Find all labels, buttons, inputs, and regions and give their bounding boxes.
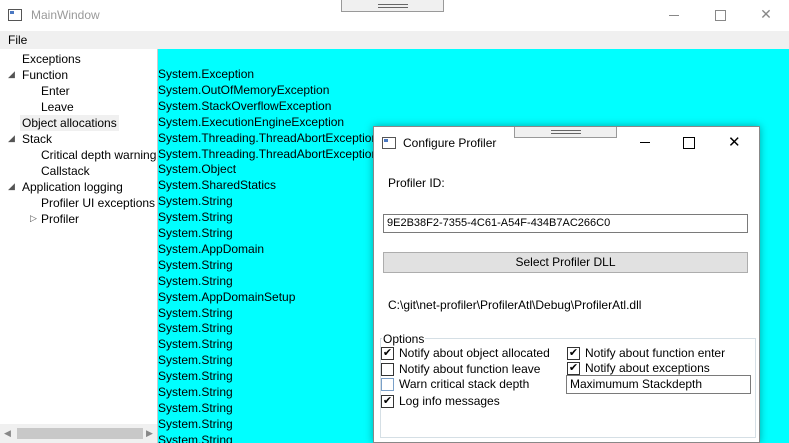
tree-item-label: Application logging [22,180,123,194]
dialog-title: Configure Profiler [403,136,497,150]
configure-profiler-dialog: Configure Profiler ✕ Profiler ID: 9E2B38… [373,126,760,443]
tree-item-object-allocations[interactable]: Object allocations [20,115,119,131]
tree-item-label: Leave [41,100,74,114]
stackdepth-input[interactable]: Maximumum Stackdepth [566,375,751,394]
dll-path: C:\git\net-profiler\ProfilerAtl\Debug\Pr… [388,298,642,312]
exception-list-item[interactable]: System.String [158,400,233,416]
menu-bar: File [0,31,789,49]
exception-list-item[interactable]: System.Object [158,161,236,177]
tree-item-profiler[interactable]: Profiler [41,211,79,227]
expand-arrow-icon[interactable]: ◢ [8,69,15,80]
tree-view[interactable]: Exceptions ◢ Function Enter Leave Object… [0,49,158,443]
tree-item-label: Critical depth warning [41,148,157,162]
checkbox-label: Notify about function leave [399,362,541,376]
tree-item-critical-depth-warning[interactable]: Critical depth warning [41,147,156,163]
scroll-thumb[interactable] [17,428,143,439]
exception-list-item[interactable]: System.String [158,257,233,273]
tree-item-label: Stack [22,132,53,146]
tree-item-label: Object allocations [22,116,117,130]
checkbox-object-allocated[interactable]: ✔ [381,347,394,360]
tree-item-enter[interactable]: Enter [41,83,70,99]
dialog-maximize-button[interactable] [683,137,695,149]
profiler-id-field[interactable]: 9E2B38F2-7355-4C61-A54F-434B7AC266C0 [383,214,748,233]
checkbox-function-enter[interactable]: ✔ [567,347,580,360]
exception-list-item[interactable]: System.String [158,209,233,225]
exception-list-item[interactable]: System.AppDomainSetup [158,289,295,305]
close-icon: ✕ [760,6,772,22]
close-button[interactable]: ✕ [743,0,789,31]
exception-list-item[interactable]: System.String [158,432,233,443]
exception-list-item[interactable]: System.String [158,336,233,352]
checkbox-label: Notify about exceptions [585,361,710,375]
checkbox-label: Warn critical stack depth [399,377,530,391]
tree-item-leave[interactable]: Leave [41,99,74,115]
collapsed-arrow-icon[interactable]: ▷ [30,213,37,224]
window-title: MainWindow [31,8,100,22]
maximize-button[interactable] [697,0,743,31]
checkbox-label: Notify about function enter [585,346,726,360]
profiler-id-label: Profiler ID: [388,176,445,190]
exception-list-item[interactable]: System.OutOfMemoryException [158,82,329,98]
checkbox-label: Log info messages [399,394,500,408]
exception-list-item[interactable]: System.String [158,305,233,321]
scroll-left-icon[interactable]: ◀ [4,428,11,439]
tree-item-application-logging[interactable]: Application logging [22,179,123,195]
dialog-drag-handle[interactable] [514,127,617,138]
exception-list-item[interactable]: System.Threading.ThreadAbortException [158,146,378,162]
checkbox-log-info[interactable]: ✔ [381,395,394,408]
exception-list-item[interactable]: System.String [158,368,233,384]
exception-list-item[interactable]: System.String [158,320,233,336]
exception-list-item[interactable]: System.String [158,416,233,432]
exception-list-item[interactable]: System.StackOverflowException [158,98,331,114]
tree-item-label: Callstack [41,164,90,178]
exception-list-item[interactable]: System.Exception [158,66,254,82]
tree-item-label: Exceptions [22,52,81,66]
tree-item-profiler-ui-exceptions[interactable]: Profiler UI exceptions [41,195,155,211]
options-label: Options [382,332,426,346]
exception-list-item[interactable]: System.AppDomain [158,241,264,257]
exception-list-item[interactable]: System.Threading.ThreadAbortException [158,130,378,146]
minimize-button[interactable] [651,0,697,31]
tree-item-function[interactable]: Function [22,67,68,83]
tree-item-stack[interactable]: Stack [22,131,52,147]
exception-list-item[interactable]: System.String [158,193,233,209]
tree-item-label: Profiler [41,212,80,226]
exception-list-item[interactable]: System.String [158,352,233,368]
menu-file[interactable]: File [8,33,27,47]
exception-list-item[interactable]: System.SharedStatics [158,177,276,193]
exception-list-item[interactable]: System.ExecutionEngineException [158,114,344,130]
horizontal-scrollbar[interactable]: ◀ ▶ [0,424,157,443]
select-profiler-dll-button[interactable]: Select Profiler DLL [383,252,748,273]
checkbox-exceptions[interactable]: ✔ [567,362,580,375]
tree-item-exceptions[interactable]: Exceptions [22,51,81,67]
title-bar[interactable]: MainWindow ✕ [0,0,789,31]
exception-list-item[interactable]: System.String [158,225,233,241]
exception-list-item[interactable]: System.String [158,384,233,400]
scroll-right-icon[interactable]: ▶ [146,428,153,439]
tree-item-label: Enter [41,84,70,98]
tree-item-label: Function [22,68,69,82]
tree-item-callstack[interactable]: Callstack [41,163,90,179]
tree-item-label: Profiler UI exceptions [41,196,156,210]
dialog-app-icon [382,137,396,149]
exception-list-item[interactable]: System.String [158,273,233,289]
expand-arrow-icon[interactable]: ◢ [8,133,15,144]
checkbox-label: Notify about object allocated [399,346,550,360]
app-icon [8,9,22,21]
expand-arrow-icon[interactable]: ◢ [8,181,15,192]
dialog-close-button[interactable]: ✕ [728,133,741,151]
checkbox-function-leave[interactable] [381,363,394,376]
drag-handle[interactable] [341,0,444,12]
checkbox-critical-stack-depth[interactable] [381,378,394,391]
